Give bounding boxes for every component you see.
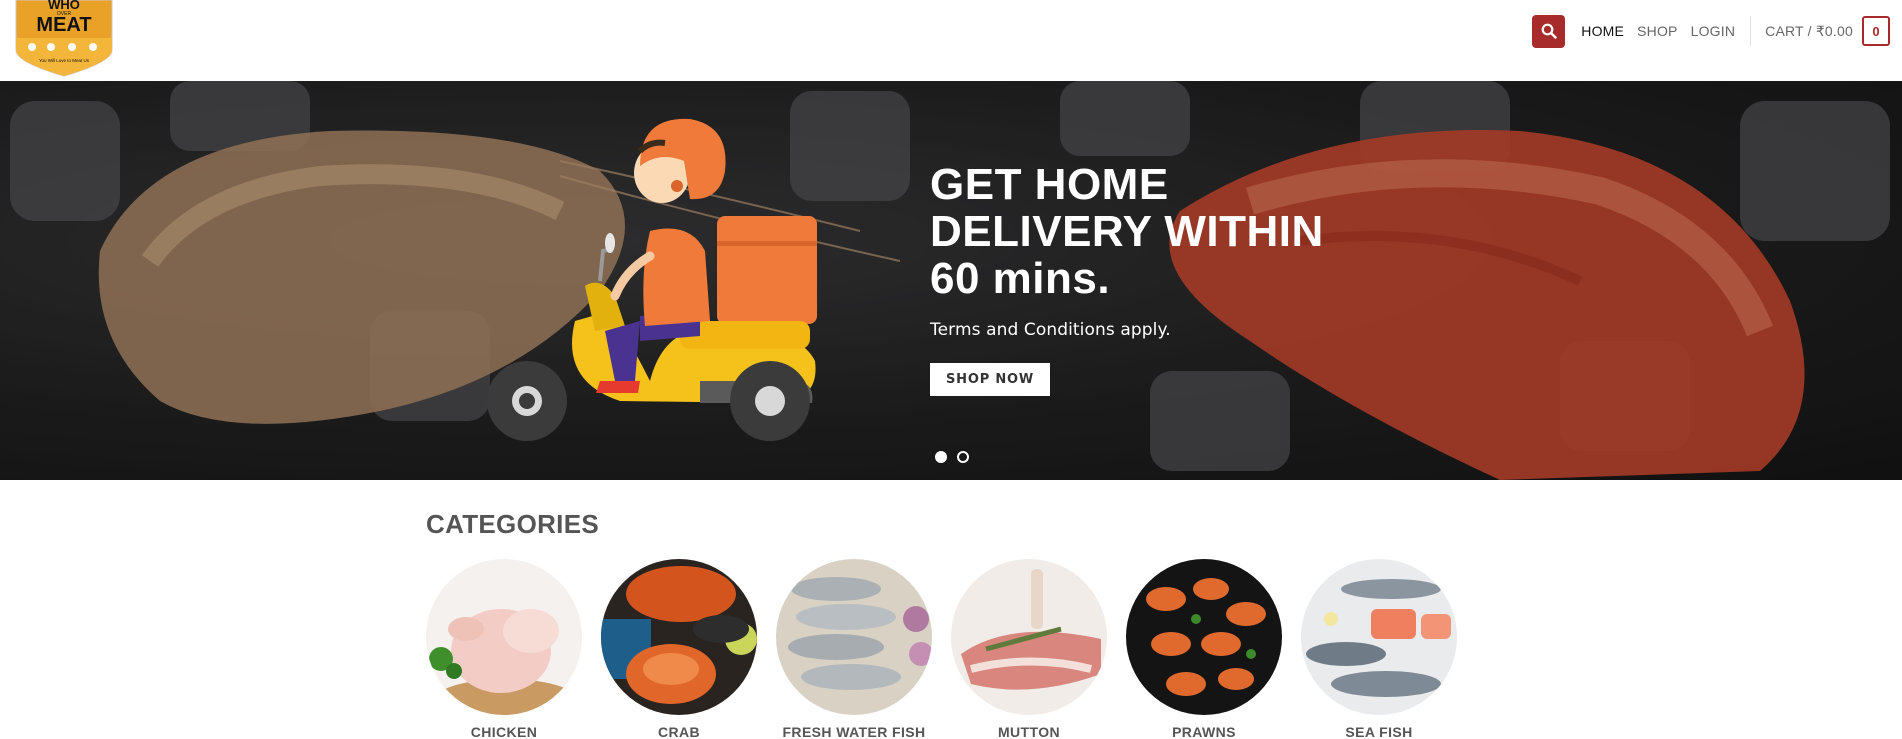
nav-shop[interactable]: SHOP [1637,23,1677,39]
nav-login[interactable]: LOGIN [1691,23,1736,39]
category-label: CHICKEN [470,724,538,739]
nav-home[interactable]: HOME [1581,23,1624,39]
svg-text:You Will Love to Meat Us: You Will Love to Meat Us [39,58,90,63]
hero-content: GET HOME DELIVERY WITHIN 60 mins. Terms … [930,161,1410,396]
categories-heading: CATEGORIES [426,509,599,539]
category-image-prawns [1126,559,1282,715]
category-label: PRAWNS [1172,724,1236,739]
category-image-chicken [426,559,582,715]
hero-title: GET HOME DELIVERY WITHIN 60 mins. [930,161,1410,302]
category-image-mutton [951,559,1107,715]
slider-pagination [935,451,979,463]
hero-subtitle: Terms and Conditions apply. [930,320,1171,340]
category-crab[interactable]: CRAB [601,559,757,739]
category-label: SEA FISH [1345,724,1413,739]
nav-divider [1750,16,1752,46]
category-image-fresh-water-fish [776,559,932,715]
category-mutton[interactable]: MUTTON [951,559,1107,739]
category-label: MUTTON [997,724,1061,739]
site-header: WHO OVER MEAT You Will Love to Meat Us H… [0,0,1902,81]
hero-title-line-3: 60 mins. [930,254,1111,303]
category-image-sea-fish [1301,559,1457,715]
slide-dot-2[interactable] [957,451,969,463]
category-fresh-water-fish[interactable]: FRESH WATER FISH [776,559,932,739]
categories-section: CATEGORIES CHICKEN CRAB FRESH WATER FISH… [426,509,1457,739]
search-button[interactable] [1532,14,1566,48]
site-logo[interactable]: WHO OVER MEAT You Will Love to Meat Us [12,0,116,77]
category-image-crab [601,559,757,715]
hero-title-line-2: DELIVERY WITHIN [930,207,1324,256]
cart-count-badge[interactable]: 0 [1862,16,1890,46]
main-nav: HOME SHOP LOGIN CART / ₹0.00 0 [1532,14,1890,48]
search-icon [1541,23,1557,39]
category-label: FRESH WATER FISH [782,724,926,739]
category-prawns[interactable]: PRAWNS [1126,559,1282,739]
category-sea-fish[interactable]: SEA FISH [1301,559,1457,739]
hero-title-line-1: GET HOME [930,160,1169,209]
hero-slider: GET HOME DELIVERY WITHIN 60 mins. Terms … [0,81,1902,480]
cart-link[interactable]: CART / ₹0.00 [1765,23,1853,40]
category-chicken[interactable]: CHICKEN [426,559,582,739]
category-label: CRAB [657,724,701,739]
shop-now-button[interactable]: SHOP NOW [930,363,1051,396]
svg-text:MEAT: MEAT [36,14,91,36]
slide-dot-1[interactable] [935,451,947,463]
categories-list: CHICKEN CRAB FRESH WATER FISH MUTTON PRA… [426,559,1476,739]
